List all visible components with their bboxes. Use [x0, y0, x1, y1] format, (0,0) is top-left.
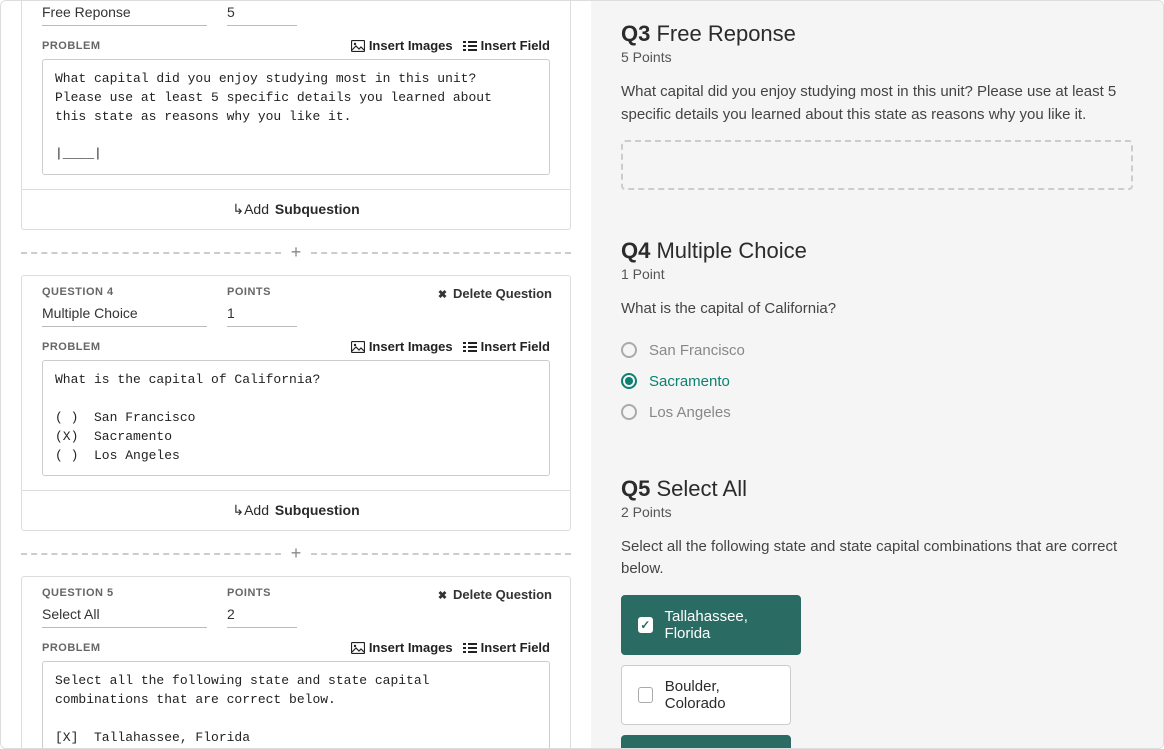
preview-points: 1 Point: [621, 266, 1133, 282]
add-question-button[interactable]: +: [281, 543, 312, 564]
radio-icon: [621, 342, 637, 358]
problem-label: PROBLEM: [42, 40, 101, 52]
preview-text: What is the capital of California?: [621, 298, 1133, 321]
preview-points: 2 Points: [621, 504, 1133, 520]
question-points-input[interactable]: [227, 603, 297, 628]
insert-tools: Insert Images Insert Field: [351, 339, 550, 354]
add-subquestion-button[interactable]: ↳Add Subquestion: [22, 189, 570, 229]
question-title-input[interactable]: [42, 302, 207, 327]
delete-question-button[interactable]: Delete Question: [438, 286, 552, 301]
question-divider: +: [21, 543, 571, 564]
problem-textarea[interactable]: What capital did you enjoy studying most…: [42, 59, 550, 175]
image-icon: [351, 341, 365, 353]
radio-icon: [621, 373, 637, 389]
question-card-3: PROBLEM Insert Images Insert Field What …: [21, 1, 571, 230]
editor-panel: PROBLEM Insert Images Insert Field What …: [1, 1, 591, 748]
preview-text: Select all the following state and state…: [621, 536, 1133, 581]
radio-option[interactable]: Los Angeles: [621, 397, 1133, 428]
add-subquestion-button[interactable]: ↳Add Subquestion: [22, 490, 570, 530]
checkbox-option[interactable]: Boulder, Colorado: [621, 665, 791, 725]
delete-question-button[interactable]: Delete Question: [438, 587, 552, 602]
insert-field-button[interactable]: Insert Field: [463, 38, 550, 53]
preview-title: Q4 Multiple Choice: [621, 238, 1133, 264]
preview-points: 5 Points: [621, 49, 1133, 65]
problem-label: PROBLEM: [42, 341, 101, 353]
checkbox-option-selected[interactable]: ✓ Lansing, Michigan: [621, 735, 791, 749]
preview-title: Q5 Select All: [621, 476, 1133, 502]
radio-icon: [621, 404, 637, 420]
free-response-field[interactable]: [621, 140, 1133, 190]
problem-label: PROBLEM: [42, 642, 101, 654]
add-question-button[interactable]: +: [281, 242, 312, 263]
insert-images-button[interactable]: Insert Images: [351, 38, 453, 53]
preview-text: What capital did you enjoy studying most…: [621, 81, 1133, 126]
insert-images-button[interactable]: Insert Images: [351, 339, 453, 354]
radio-option[interactable]: San Francisco: [621, 335, 1133, 366]
insert-field-button[interactable]: Insert Field: [463, 640, 550, 655]
insert-images-button[interactable]: Insert Images: [351, 640, 453, 655]
list-icon: [463, 642, 477, 654]
question-points-input[interactable]: [227, 1, 297, 26]
problem-textarea[interactable]: What is the capital of California? ( ) S…: [42, 360, 550, 476]
image-icon: [351, 40, 365, 52]
insert-field-button[interactable]: Insert Field: [463, 339, 550, 354]
check-icon: [638, 687, 653, 703]
preview-question-4: Q4 Multiple Choice 1 Point What is the c…: [621, 238, 1133, 428]
list-icon: [463, 341, 477, 353]
question-number-label: QUESTION 4: [42, 286, 227, 298]
question-title-input[interactable]: [42, 603, 207, 628]
preview-title: Q3 Free Reponse: [621, 21, 1133, 47]
app-container: PROBLEM Insert Images Insert Field What …: [0, 0, 1164, 749]
insert-tools: Insert Images Insert Field: [351, 640, 550, 655]
problem-textarea[interactable]: Select all the following state and state…: [42, 661, 550, 748]
image-icon: [351, 642, 365, 654]
points-label: POINTS: [227, 286, 412, 298]
radio-option-selected[interactable]: Sacramento: [621, 366, 1133, 397]
preview-panel: Q3 Free Reponse 5 Points What capital di…: [591, 1, 1163, 748]
question-divider: +: [21, 242, 571, 263]
preview-question-3: Q3 Free Reponse 5 Points What capital di…: [621, 21, 1133, 190]
question-card-5: QUESTION 5 POINTS Delete Question PROBLE…: [21, 576, 571, 748]
question-title-input[interactable]: [42, 1, 207, 26]
points-label: POINTS: [227, 587, 412, 599]
insert-tools: Insert Images Insert Field: [351, 38, 550, 53]
checkbox-option-selected[interactable]: ✓ Tallahassee, Florida: [621, 595, 801, 655]
preview-question-5: Q5 Select All 2 Points Select all the fo…: [621, 476, 1133, 749]
question-points-input[interactable]: [227, 302, 297, 327]
list-icon: [463, 40, 477, 52]
question-number-label: QUESTION 5: [42, 587, 227, 599]
check-icon: ✓: [638, 617, 653, 633]
question-card-4: QUESTION 4 POINTS Delete Question PROBLE…: [21, 275, 571, 531]
